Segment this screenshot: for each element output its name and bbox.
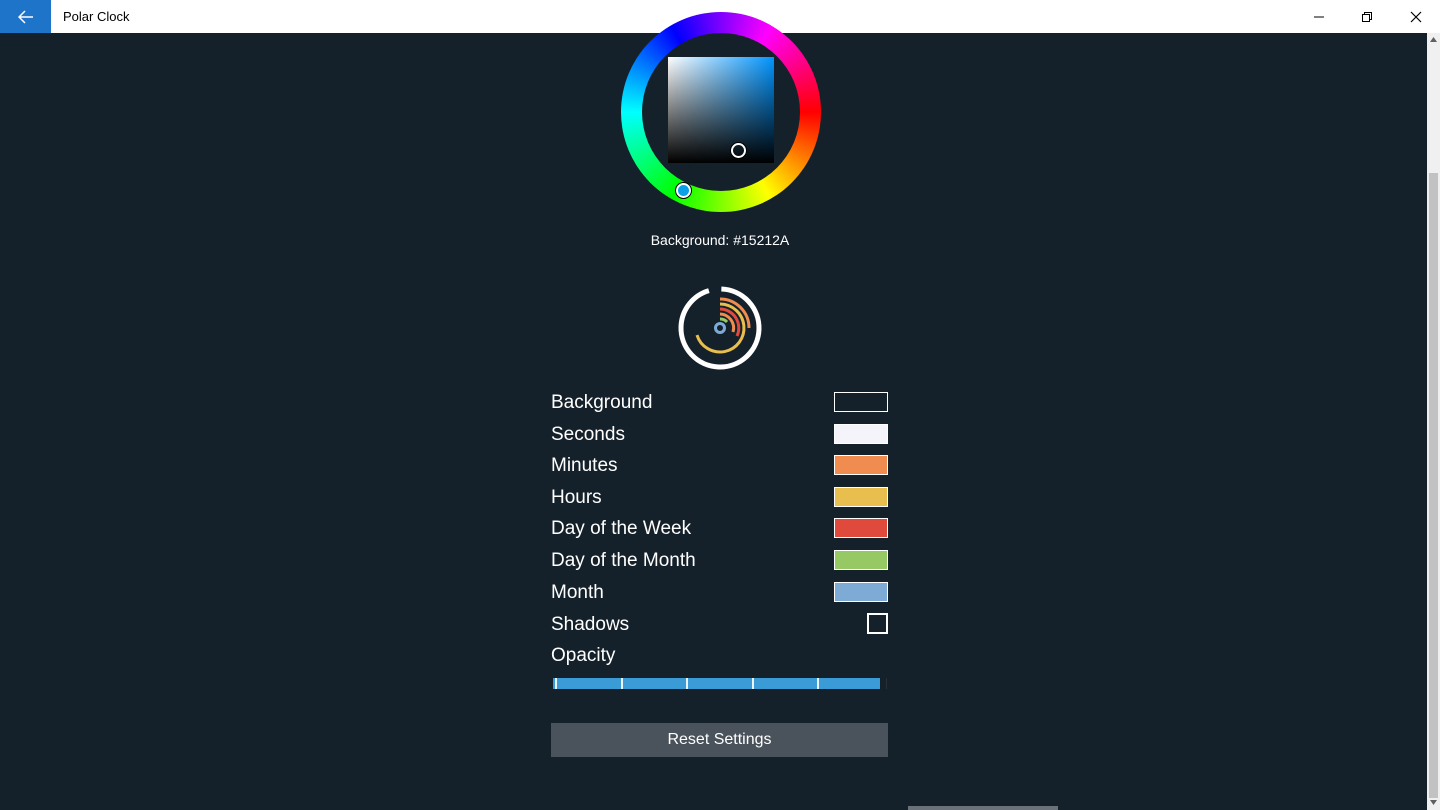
saturation-value-handle[interactable] [731,143,746,158]
opacity-slider-tick [621,678,623,689]
horizontal-scroll-indicator [908,806,1058,810]
chevron-up-icon [1430,36,1437,42]
opacity-slider-fill [553,678,880,689]
setting-label-day-of-week: Day of the Week [551,518,692,539]
saturation-value-square[interactable] [668,57,774,163]
setting-label-day-of-month: Day of the Month [551,550,696,571]
arrow-left-icon [17,9,33,24]
vertical-scrollbar[interactable] [1427,33,1440,810]
scroll-down-button[interactable] [1427,796,1440,808]
opacity-slider-tick [555,678,557,689]
setting-label-minutes: Minutes [551,455,618,476]
restore-icon [1362,11,1372,22]
minimize-icon [1314,16,1324,17]
polar-clock-preview [678,286,762,370]
setting-label-seconds: Seconds [551,424,625,445]
swatch-month[interactable] [834,582,888,602]
chevron-down-icon [1430,799,1437,805]
app-title: Polar Clock [63,9,130,24]
setting-label-background: Background [551,392,653,413]
setting-label-month: Month [551,582,604,603]
opacity-slider-tick [817,678,819,689]
swatch-background[interactable] [834,392,888,412]
opacity-label: Opacity [551,645,616,666]
minimize-button[interactable] [1295,0,1343,33]
scroll-thumb[interactable] [1429,173,1438,798]
opacity-slider-tick [752,678,754,689]
close-icon [1410,11,1422,22]
setting-label-hours: Hours [551,487,602,508]
swatch-hours[interactable] [834,487,888,507]
swatch-day-of-week[interactable] [834,518,888,538]
swatch-minutes[interactable] [834,455,888,475]
swatch-day-of-month[interactable] [834,550,888,570]
opacity-slider-thumb[interactable] [880,676,886,691]
close-button[interactable] [1392,0,1440,33]
shadows-checkbox[interactable] [867,613,888,634]
current-color-label: Background: #15212A [650,232,790,248]
restore-button[interactable] [1343,0,1391,33]
shadows-label: Shadows [551,614,630,635]
hue-handle[interactable] [676,183,691,198]
reset-settings-button[interactable]: Reset Settings [551,723,888,757]
opacity-slider-tick [686,678,688,689]
scroll-up-button[interactable] [1427,33,1440,45]
opacity-slider[interactable] [553,676,887,691]
swatch-seconds[interactable] [834,424,888,444]
back-button[interactable] [0,0,51,33]
